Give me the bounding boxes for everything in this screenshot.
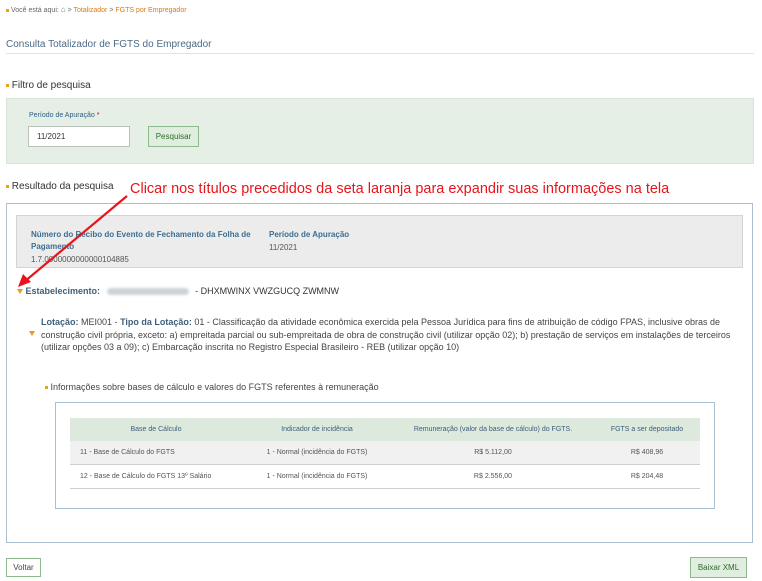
table-header-row: Base de Cálculo Indicador de incidência … [70, 418, 700, 441]
breadcrumb-sep: > [67, 7, 72, 14]
cell-fgts: R$ 204,48 [594, 464, 700, 489]
filter-section-label: Filtro de pesquisa [6, 80, 91, 91]
result-panel: Número do Recibo do Evento de Fechamento… [6, 203, 753, 543]
periodo-input[interactable]: 11/2021 [28, 126, 130, 147]
cell-remuneracao: R$ 2.556,00 [392, 464, 594, 489]
lotacao-code: MEI001 - [81, 317, 118, 327]
bases-table: Base de Cálculo Indicador de incidência … [70, 418, 700, 489]
estabelecimento-name: - DHXMWINX VWZGUCQ ZWMNW [195, 286, 340, 296]
home-icon[interactable]: ⌂ [61, 5, 66, 14]
search-button[interactable]: Pesquisar [148, 126, 199, 147]
breadcrumb: Você está aqui: ⌂ > Totalizador > FGTS p… [6, 5, 187, 14]
expand-arrow-icon [17, 289, 23, 295]
lotacao-toggle[interactable]: Lotação: MEI001 - Tipo da Lotação: 01 - … [41, 316, 731, 354]
periodo-header: Período de Apuração [269, 230, 350, 239]
recibo-header: Número do Recibo do Evento de Fechamento… [31, 230, 251, 251]
breadcrumb-prefix: Você está aqui: [10, 7, 59, 14]
table-row: 11 - Base de Cálculo do FGTS 1 - Normal … [70, 441, 700, 465]
bullet-icon [6, 83, 9, 87]
redacted-cnpj [106, 288, 189, 296]
col-header-base: Base de Cálculo [70, 418, 242, 441]
lotacao-arrow-icon[interactable] [29, 331, 35, 336]
result-section-label: Resultado da pesquisa [6, 181, 114, 192]
estabelecimento-toggle[interactable]: Estabelecimento: - DHXMWINX VWZGUCQ ZWMN… [17, 286, 339, 296]
recibo-value: 1.7.0000000000000104885 [31, 255, 129, 264]
bases-calculo-toggle[interactable]: Informações sobre bases de cálculo e val… [45, 382, 379, 392]
col-header-indicador: Indicador de incidência [242, 418, 392, 441]
periodo-value: 11/2021 [269, 243, 298, 252]
result-section-title: Resultado da pesquisa [11, 181, 114, 192]
lotacao-label: Lotação: [41, 317, 79, 327]
cell-fgts: R$ 408,96 [594, 441, 700, 465]
bases-table-panel: Base de Cálculo Indicador de incidência … [55, 402, 715, 509]
estabelecimento-label: Estabelecimento: [25, 286, 101, 296]
cell-remuneracao: R$ 5.112,00 [392, 441, 594, 465]
recibo-panel: Número do Recibo do Evento de Fechamento… [16, 215, 743, 268]
col-header-fgts: FGTS a ser depositado [594, 418, 700, 441]
bullet-icon [45, 386, 48, 390]
download-xml-button[interactable]: Baixar XML [690, 557, 747, 578]
cell-base: 12 - Base de Cálculo do FGTS 13º Salário [70, 464, 242, 489]
bullet-icon [6, 8, 9, 12]
annotation-text: Clicar nos títulos precedidos da seta la… [130, 181, 670, 197]
breadcrumb-totalizador[interactable]: Totalizador [74, 7, 108, 14]
page-title: Consulta Totalizador de FGTS do Empregad… [6, 39, 212, 50]
bullet-icon [6, 184, 9, 188]
tipo-lotacao-label: Tipo da Lotação: [120, 317, 192, 327]
back-button[interactable]: Voltar [6, 558, 41, 577]
bases-calculo-title: Informações sobre bases de cálculo e val… [50, 382, 379, 392]
table-row: 12 - Base de Cálculo do FGTS 13º Salário… [70, 464, 700, 489]
periodo-label: Período de Apuração * [29, 112, 99, 119]
col-header-remuneracao: Remuneração (valor da base de cálculo) d… [392, 418, 594, 441]
cell-indicador: 1 - Normal (incidência do FGTS) [242, 464, 392, 489]
periodo-label-text: Período de Apuração [29, 112, 95, 119]
required-mark: * [96, 112, 100, 119]
cell-base: 11 - Base de Cálculo do FGTS [70, 441, 242, 465]
title-divider [6, 53, 754, 54]
breadcrumb-fgts-empregador[interactable]: FGTS por Empregador [115, 7, 186, 14]
filter-section-title: Filtro de pesquisa [11, 80, 91, 91]
cell-indicador: 1 - Normal (incidência do FGTS) [242, 441, 392, 465]
breadcrumb-sep-2: > [109, 7, 114, 14]
filter-panel: Período de Apuração * 11/2021 Pesquisar [6, 98, 754, 164]
